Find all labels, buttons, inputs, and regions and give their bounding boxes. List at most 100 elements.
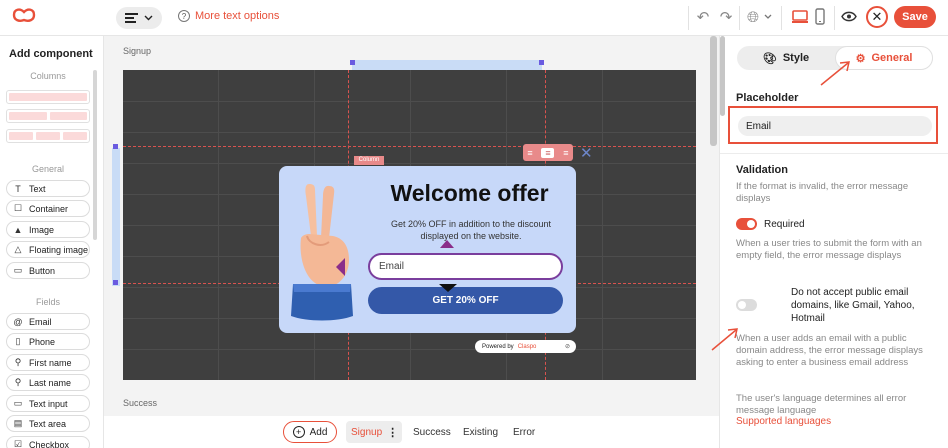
add-text-input-field-item[interactable]: ▭ Text input [6,395,90,412]
toolbar-divider [781,6,782,30]
text-input-icon: ▭ [13,398,23,408]
button-icon: ▭ [13,265,23,275]
column-layout-3[interactable] [6,129,90,143]
properties-panel: 🎨︎ Style ⚙ General Placeholder Email Val… [711,36,948,448]
add-checkbox-field-item[interactable]: ☑ Checkbox [6,436,90,448]
checkbox-icon: ☑ [13,439,23,448]
component-panel: Add component Columns General T Text ☐ Con… [0,36,104,448]
language-globe-icon[interactable]: 🌐︎ [743,8,763,28]
toolbar-divider [688,6,689,30]
panel-title: Add component [9,48,93,60]
add-floating-image-item[interactable]: △ Floating image [6,241,90,258]
popup-title[interactable]: Welcome offer [367,180,572,207]
required-toggle[interactable] [736,218,757,230]
popup-email-field[interactable]: Email [368,253,563,280]
validation-description: If the format is invalid, the error mess… [736,181,909,204]
desktop-view-icon[interactable] [792,10,808,24]
column-layout-1[interactable] [6,90,90,104]
add-last-name-field-item[interactable]: ⚲ Last name [6,374,90,391]
hide-eye-icon[interactable]: ⊘ [565,343,570,350]
image-icon: ▲ [13,224,23,235]
mobile-view-icon[interactable] [815,8,825,25]
panel-scrollbar[interactable] [720,36,725,116]
resize-corner-handle[interactable] [113,280,118,285]
add-text-item[interactable]: T Text [6,180,90,197]
resize-arrow-left-icon[interactable] [336,258,345,276]
success-step-label: Success [123,398,158,408]
column-tag[interactable]: Column [354,156,384,165]
resize-arrow-up-icon[interactable] [440,240,454,248]
resize-corner-handle[interactable] [113,144,118,149]
placeholder-input[interactable]: Email [738,116,932,136]
close-icon: ✕ [871,9,883,24]
toolbar-divider [739,6,740,30]
supported-languages-link[interactable]: Supported languages [736,416,831,427]
section-resize-handle-left[interactable] [112,148,120,286]
element-align-toolbar[interactable]: ≡ ≡ ≡ [523,144,573,161]
add-phone-field-item[interactable]: ▯ Phone [6,333,90,350]
align-left-icon[interactable]: ≡ [527,148,532,158]
gear-icon: ⚙ [855,52,866,65]
plus-icon: + [292,426,305,438]
public-email-toggle[interactable] [736,299,757,311]
top-toolbar: ? More text options ↶ ↷ 🌐︎ ✕ Save [0,0,948,36]
divider [720,153,948,154]
undo-icon[interactable]: ↶ [693,8,713,28]
placeholder-highlight: Email [728,106,938,144]
add-first-name-field-item[interactable]: ⚲ First name [6,354,90,371]
add-image-item[interactable]: ▲ Image [6,221,90,238]
toolbar-divider [834,6,835,30]
save-button[interactable]: Save [894,6,936,28]
more-vertical-icon[interactable]: ⋮ [387,426,398,439]
container-icon: ☐ [13,203,23,213]
preview-eye-icon[interactable] [841,11,857,22]
more-text-options-label: More text options [195,10,280,22]
peace-hand-image [291,184,353,321]
popup-close-icon[interactable]: ✕ [580,144,593,162]
preview-stage: Welcome offer Get 20% OFF in addition to… [123,70,696,380]
person-icon: ⚲ [14,357,22,367]
popup-subtitle[interactable]: Get 20% OFF in addition to the discount … [371,218,571,242]
palette-icon: 🎨︎ [762,52,777,65]
help-icon: ? [178,10,190,22]
claspo-brand: Claspo [517,343,537,350]
section-resize-handle-top[interactable] [352,60,542,70]
language-note: The user's language determines all error… [736,393,907,416]
at-icon: @ [13,316,23,327]
required-label: Required [764,219,805,230]
public-email-label: Do not accept public email domains, like… [791,287,915,324]
editor-canvas: Signup Welcome offer Get 20% OFF in addi… [104,36,719,448]
popup-cta-button[interactable]: GET 20% OFF [368,287,563,314]
align-center-icon[interactable]: ≡ [541,147,555,158]
annotation-arrow-icon [820,61,850,86]
step-tab-signup[interactable]: Signup ⋮ [346,421,402,443]
panel-scrollbar[interactable] [93,70,97,240]
step-tab-success[interactable]: Success [413,427,451,438]
redo-icon[interactable]: ↷ [716,8,736,28]
add-container-item[interactable]: ☐ Container [6,200,90,217]
step-tab-error[interactable]: Error [513,427,535,438]
more-text-options-link[interactable]: ? More text options [178,10,279,22]
canvas-scrollbar[interactable] [710,36,717,146]
popup-widget[interactable]: Welcome offer Get 20% OFF in addition to… [279,166,576,333]
resize-corner-handle[interactable] [539,60,544,65]
powered-by-text: Powered by [482,343,514,350]
add-email-field-item[interactable]: @ Email [6,313,90,330]
align-left-icon [125,13,138,23]
step-bar: + Add Signup ⋮ Success Existing Error [104,416,719,448]
resize-corner-handle[interactable] [350,60,355,65]
add-button-item[interactable]: ▭ Button [6,262,90,279]
add-text-area-field-item[interactable]: ▤ Text area [6,415,90,432]
step-tab-existing[interactable]: Existing [463,427,498,438]
column-layout-2[interactable] [6,109,90,123]
resize-arrow-down-icon[interactable] [439,284,457,292]
close-editor-button[interactable]: ✕ [866,6,888,28]
powered-by-badge[interactable]: Powered by Claspo ⊘ [475,340,576,353]
chevron-down-icon[interactable] [764,14,772,20]
add-step-button[interactable]: + Add [283,421,337,443]
phone-icon: ▯ [15,336,21,346]
floating-image-icon: △ [14,244,22,254]
text-align-dropdown[interactable] [116,7,162,29]
text-area-icon: ▤ [13,418,23,428]
align-right-icon[interactable]: ≡ [563,148,568,158]
